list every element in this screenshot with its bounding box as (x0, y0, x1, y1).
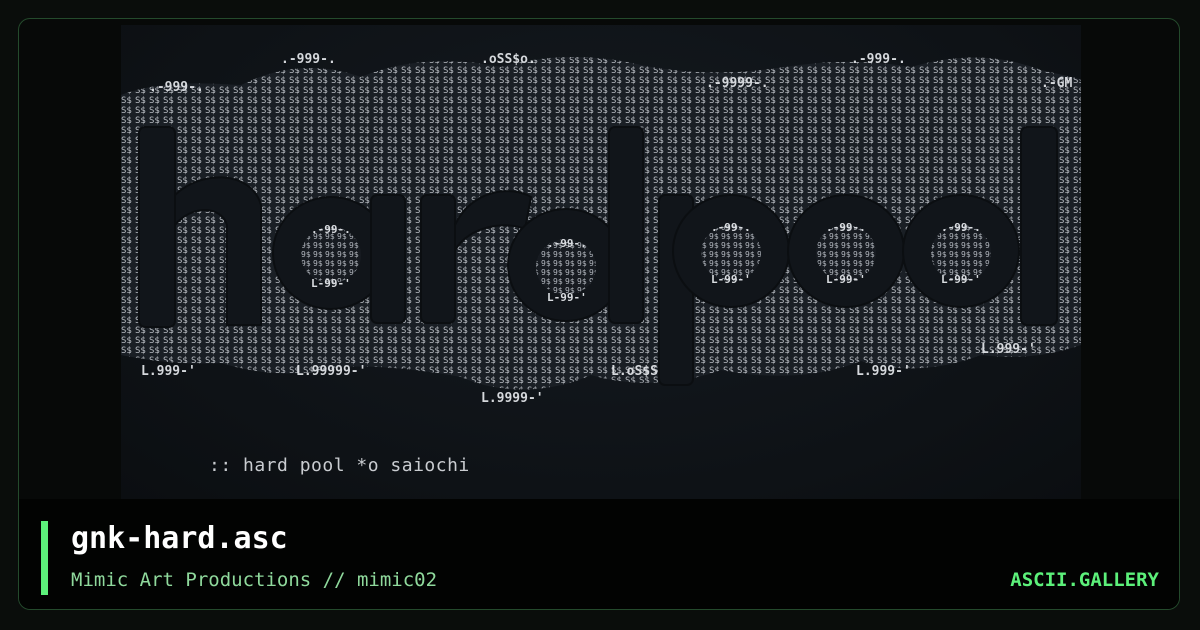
svg-text:L.999-': L.999-' (856, 364, 911, 379)
svg-text:L-99-': L-99-' (711, 273, 751, 286)
svg-text:L-99-': L-99-' (311, 277, 351, 290)
svg-text:.-99-.: .-99-. (711, 221, 751, 234)
svg-text:.-99-.: .-99-. (311, 223, 351, 236)
svg-text:L-99-': L-99-' (826, 273, 866, 286)
svg-text:.-99-.: .-99-. (547, 237, 587, 250)
svg-text:.-999-.: .-999-. (149, 80, 204, 95)
svg-text:L.999-': L.999-' (141, 364, 196, 379)
svg-text:L-99-': L-99-' (941, 273, 981, 286)
svg-text:.-9999-.: .-9999-. (706, 76, 769, 91)
info-footer: gnk-hard.asc Mimic Art Productions // mi… (19, 499, 1179, 609)
svg-text:L.99999-': L.99999-' (296, 364, 366, 379)
svg-text:.-999-.: .-999-. (851, 52, 906, 67)
svg-text:.-99-.: .-99-. (941, 221, 981, 234)
svg-text:.-GM: .-GM (1041, 76, 1072, 91)
card-frame: S$ 9$ .-999-. .-999-. .oSS$o. .-9999-. .… (18, 18, 1180, 610)
author-line: Mimic Art Productions // mimic02 (71, 569, 438, 591)
ascii-art-preview: S$ 9$ .-999-. .-999-. .oSS$o. .-9999-. .… (121, 25, 1081, 499)
svg-text:.oSS$o.: .oSS$o. (481, 52, 536, 67)
svg-text:.-99-.: .-99-. (826, 221, 866, 234)
ascii-art-image: S$ 9$ .-999-. .-999-. .oSS$o. .-9999-. .… (121, 52, 1081, 406)
svg-text:L.999-': L.999-' (981, 342, 1036, 357)
svg-text:L-99-': L-99-' (547, 291, 587, 304)
svg-text:L.9999-': L.9999-' (481, 391, 544, 406)
svg-text:.-999-.: .-999-. (281, 52, 336, 67)
file-title: gnk-hard.asc (71, 521, 288, 556)
accent-bar (41, 521, 48, 595)
site-brand-link[interactable]: ASCII.GALLERY (1010, 569, 1159, 591)
ascii-caption: :: hard pool *o saiochi (209, 455, 470, 476)
